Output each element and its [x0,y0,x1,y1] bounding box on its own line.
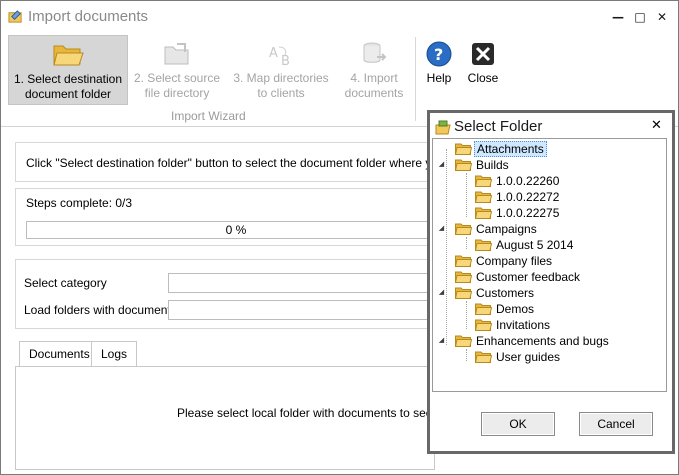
progress-bar: 0 % [26,221,434,239]
step3-line1: 3. Map directories [233,71,329,85]
maximize-button[interactable]: □ [632,9,648,25]
dialog-close-button[interactable]: ✕ [651,118,662,133]
help-button[interactable]: ? Help [421,35,457,105]
ribbon-separator [415,37,416,121]
expand-arrow-icon[interactable]: ◢ [437,157,446,173]
svg-text:A: A [269,46,278,61]
step4-line1: 4. Import [350,71,398,85]
dialog-title: Select Folder [454,118,543,135]
svg-text:?: ? [434,45,443,64]
tree-item-label: Campaigns [476,222,537,236]
tree-item-label: 1.0.0.22275 [496,206,560,220]
tree-connector-root [446,149,447,345]
folder-icon [455,287,472,299]
title-bar: Import documents — □ ✕ [1,1,678,33]
help-label: Help [426,71,452,85]
folder-icon [475,303,492,315]
tree-connector-builds [466,173,467,217]
step1-line2: document folder [24,87,112,101]
folder-open-icon [53,45,84,66]
instruction-panel: Click "Select destination folder" button… [15,142,435,182]
tree-connector-campaigns [466,237,467,249]
tree-item-label: Builds [476,158,509,172]
select-category-label: Select category [24,276,107,290]
tab-documents[interactable]: Documents [19,341,100,368]
folder-icon [475,319,492,331]
load-folders-field[interactable] [168,300,434,320]
tree-item-label: August 5 2014 [496,238,574,252]
step4-line2: documents [344,86,404,100]
folder-select-icon [435,120,451,135]
close-button[interactable]: Close [465,35,501,105]
step2-line2: file directory [144,86,210,100]
tree-item-label: Company files [476,254,553,268]
folder-icon [475,351,492,363]
tree-item-label: Customer feedback [476,270,581,284]
expand-arrow-icon[interactable]: ◢ [437,333,446,349]
folder-icon [475,239,492,251]
steps-complete-label: Steps complete: 0/3 [26,196,133,210]
steps-panel: Steps complete: 0/3 0 % [15,188,435,246]
instruction-text: Click "Select destination folder" button… [26,156,435,170]
close-x-icon [472,43,494,65]
tree-connector-customers [466,301,467,329]
folder-icon [475,191,492,203]
tree-item-label: Attachments [474,141,547,157]
tree-item-label: Customers [476,286,535,300]
svg-text:B: B [281,54,290,67]
folder-icon [455,255,472,267]
folder-icon [455,143,472,155]
progress-text: 0 % [225,223,247,237]
load-folders-label: Load folders with documents [24,303,177,317]
folder-icon [455,223,472,235]
documents-tab-panel: Please select local folder with document… [15,366,435,470]
select-folder-dialog: Select Folder ✕ Attachments ◢ Builds 1.0… [427,110,675,454]
folder-icon [475,207,492,219]
tree-connector-enhancements [466,349,467,361]
expand-arrow-icon[interactable]: ◢ [437,285,446,301]
folder-icon [455,335,472,347]
database-import-icon [363,42,387,63]
folder-icon [455,271,472,283]
select-category-field[interactable] [168,273,434,293]
select-destination-folder-button[interactable]: 1. Select destination document folder [8,35,128,105]
tree-item-label: Demos [496,302,535,316]
import-wizard-group-label: Import Wizard [171,109,246,123]
cancel-button[interactable]: Cancel [579,412,653,436]
folder-tree[interactable]: Attachments ◢ Builds 1.0.0.22260 1.0.0.2… [432,138,667,392]
tree-item-label: 1.0.0.22260 [496,174,560,188]
minimize-button[interactable]: — [610,9,626,25]
select-source-directory-button[interactable]: 2. Select source file directory [132,35,222,105]
fields-panel: Select category Load folders with docume… [15,259,435,329]
expand-arrow-icon[interactable]: ◢ [437,221,446,237]
import-documents-button[interactable]: 4. Import documents [338,35,410,105]
step1-line1: 1. Select destination [13,72,123,86]
tree-item-label: 1.0.0.22272 [496,190,560,204]
folder-source-icon [164,43,189,65]
map-directories-button[interactable]: A B 3. Map directories to clients [228,35,334,105]
help-icon: ? [426,41,452,67]
step3-line2: to clients [257,86,305,100]
import-app-icon [8,10,22,23]
step2-line1: 2. Select source [133,71,221,85]
folder-icon [455,159,472,171]
tree-item-label: Enhancements and bugs [476,334,609,348]
ok-button[interactable]: OK [481,412,555,436]
window-close-button[interactable]: ✕ [654,9,670,25]
tab-logs[interactable]: Logs [91,341,138,367]
tree-item-label: Invitations [496,318,551,332]
tab-message: Please select local folder with document… [177,406,435,420]
map-ab-icon: A B [269,46,290,67]
tree-item-label: User guides [496,350,561,364]
close-label: Close [467,71,499,85]
window-title: Import documents [28,8,149,25]
folder-icon [475,175,492,187]
